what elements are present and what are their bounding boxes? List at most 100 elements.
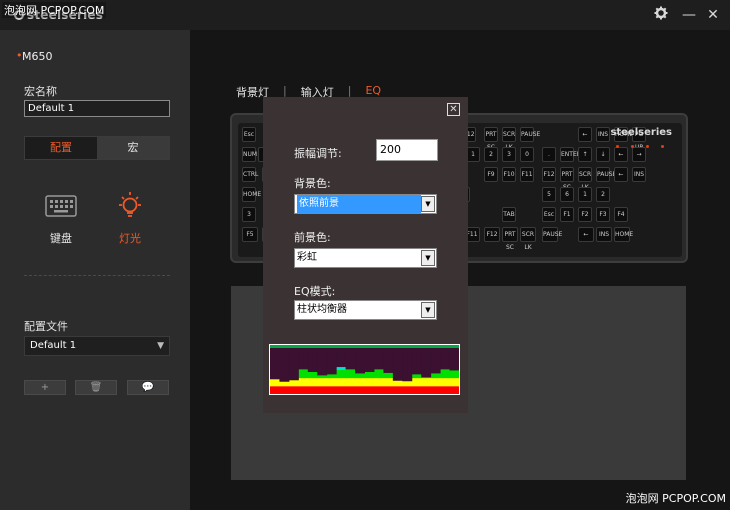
keyboard-key[interactable]: F10 (502, 167, 516, 182)
background-color-label: 背景色: (294, 177, 331, 190)
keyboard-key[interactable]: 1 (578, 187, 592, 202)
settings-gear-button[interactable] (652, 6, 670, 24)
foreground-color-select[interactable]: 彩虹 ▼ (294, 248, 437, 268)
keyboard-key[interactable]: F3 (596, 207, 610, 222)
config-macro-toggle: 配置 宏 (24, 136, 170, 160)
keyboard-key[interactable]: INS (632, 167, 646, 182)
mode-keyboard[interactable]: 键盘 (31, 186, 91, 246)
keyboard-leds (616, 145, 664, 148)
dropdown-arrow-icon: ▼ (421, 250, 435, 266)
keyboard-key[interactable]: ← (614, 147, 628, 162)
mode-lighting-label: 灯光 (119, 232, 141, 245)
eq-bar-mask (449, 345, 460, 371)
delete-profile-button[interactable]: 🗑 (75, 380, 117, 395)
keyboard-key[interactable]: PAUSE (596, 167, 616, 182)
close-window-button[interactable]: ✕ (704, 6, 722, 24)
mode-lighting[interactable]: 灯光 (100, 186, 160, 246)
foreground-color-value: 彩虹 (297, 252, 317, 263)
keyboard-key[interactable]: 2 (484, 147, 498, 162)
keyboard-key[interactable]: → (632, 147, 646, 162)
keyboard-key[interactable]: F4 (614, 207, 628, 222)
sidebar-divider (24, 275, 170, 276)
keyboard-key[interactable]: 2 (596, 187, 610, 202)
dropdown-arrow-icon: ▼ (421, 196, 435, 212)
eq-mode-select[interactable]: 柱状均衡器 ▼ (294, 300, 437, 320)
keyboard-key[interactable]: TAB (502, 207, 516, 222)
eq-bar-mask (383, 345, 394, 373)
add-profile-button[interactable]: + (24, 380, 66, 395)
watermark-bottom: 泡泡网 PCPOP.COM (625, 492, 726, 505)
profile-label: 配置文件 (24, 320, 68, 333)
keyboard-key[interactable]: F11 (520, 167, 534, 182)
chevron-down-icon: ▼ (157, 341, 164, 351)
keyboard-icon (31, 186, 91, 226)
close-icon[interactable]: ✕ (447, 103, 460, 116)
eq-bar-mask (270, 345, 280, 380)
keyboard-key[interactable]: F1 (560, 207, 574, 222)
chat-bubble-icon: 💬 (141, 382, 155, 393)
eq-bar-mask (307, 345, 318, 372)
macro-name-label: 宏名称 (24, 85, 57, 98)
macro-name-input[interactable]: Default 1 (24, 100, 170, 117)
share-profile-button[interactable]: 💬 (127, 380, 169, 395)
minimize-button[interactable]: — (680, 6, 698, 24)
keyboard-key[interactable]: NUM (242, 147, 257, 162)
keyboard-key[interactable]: SCR LK (502, 127, 516, 151)
eq-visualizer-preview (269, 344, 460, 395)
keyboard-brand: steelseries (610, 127, 672, 138)
profile-select-value: Default 1 (30, 340, 77, 351)
keyboard-key[interactable]: F5 (242, 227, 258, 242)
keyboard-key[interactable]: 3 (502, 147, 516, 162)
background-color-select[interactable]: 依照前景 ▼ (294, 194, 437, 214)
keyboard-key[interactable]: F9 (484, 167, 498, 182)
keyboard-key[interactable]: PRT SC (502, 227, 518, 251)
keyboard-key[interactable]: Esc (542, 207, 556, 222)
keyboard-key[interactable]: 3 (242, 207, 256, 222)
amplitude-input[interactable]: 200 (376, 139, 438, 161)
keyboard-key[interactable]: HOME (614, 227, 633, 242)
eq-bar-mask (402, 345, 413, 382)
eq-settings-dialog: ✕ 振幅调节: 200 背景色: 依照前景 ▼ 前景色: 彩虹 ▼ EQ模式: … (263, 97, 468, 413)
keyboard-key[interactable]: PRT SC (560, 167, 574, 191)
keyboard-key[interactable]: Esc (242, 127, 256, 142)
eq-bar-mask (392, 345, 403, 381)
tab-macro[interactable]: 宏 (97, 137, 169, 159)
keyboard-key[interactable]: 0 (520, 147, 534, 162)
eq-bar-mask (364, 345, 375, 372)
keyboard-key[interactable]: ENTER (560, 147, 581, 162)
keyboard-key[interactable]: INS (596, 127, 610, 142)
eq-bar-mask (317, 345, 328, 376)
keyboard-key[interactable]: ← (614, 167, 628, 182)
keyboard-key[interactable]: PAUSE (542, 227, 562, 242)
keyboard-key[interactable]: SCR LK (578, 167, 592, 191)
keyboard-key[interactable]: . (542, 147, 556, 162)
keyboard-key[interactable]: F12 (542, 167, 556, 182)
keyboard-key[interactable]: 1 (466, 147, 480, 162)
keyboard-key[interactable]: F2 (578, 207, 592, 222)
keyboard-key[interactable]: 6 (560, 187, 574, 202)
keyboard-key[interactable]: PRT SC (484, 127, 498, 151)
profile-select[interactable]: Default 1 ▼ (24, 336, 170, 356)
keyboard-key[interactable]: F12 (484, 227, 500, 242)
keyboard-key[interactable]: 5 (542, 187, 556, 202)
keyboard-key[interactable]: ↓ (596, 147, 610, 162)
eq-bar-mask (336, 345, 347, 368)
eq-bar-mask (440, 345, 451, 370)
foreground-color-label: 前景色: (294, 231, 331, 244)
eq-bar-mask (421, 345, 432, 378)
tab-config[interactable]: 配置 (25, 137, 97, 159)
keyboard-key[interactable]: SCR LK (520, 227, 536, 251)
keyboard-key[interactable]: PAUSE (520, 127, 540, 142)
eq-visualizer-bars (270, 345, 460, 395)
eq-bar-mask (355, 345, 365, 374)
keyboard-key[interactable]: ← (578, 227, 594, 242)
device-name[interactable]: M650 (16, 49, 52, 63)
eq-color-band (270, 385, 459, 395)
keyboard-key[interactable]: ↑ (578, 147, 592, 162)
keyboard-key[interactable]: CTRL (242, 167, 258, 182)
keyboard-key[interactable]: HOME (242, 187, 261, 202)
keyboard-key[interactable]: INS (596, 227, 612, 242)
trash-icon: 🗑 (89, 382, 103, 393)
keyboard-key[interactable]: ← (578, 127, 592, 142)
dropdown-arrow-icon: ▼ (421, 302, 435, 318)
